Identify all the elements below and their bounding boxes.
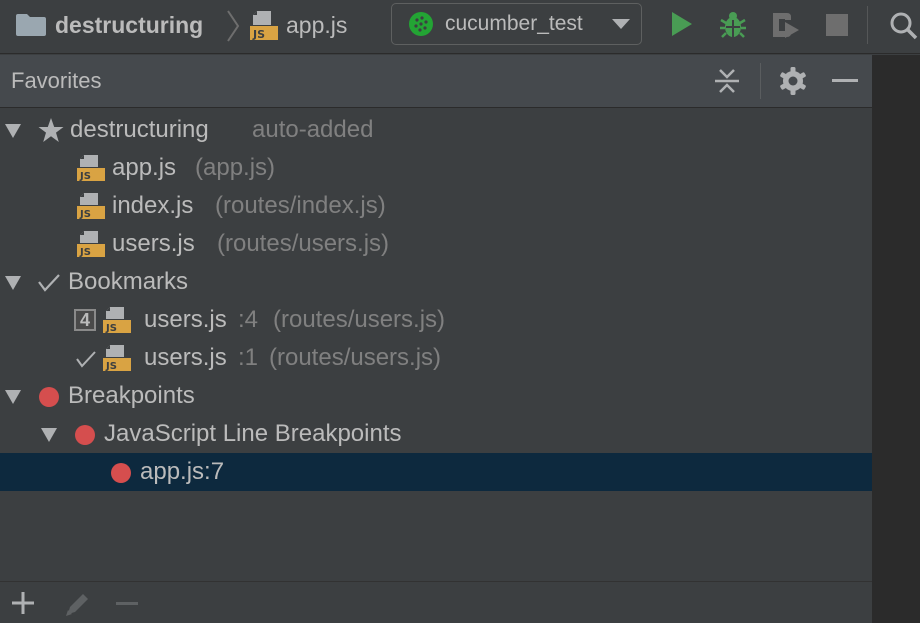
file-name: users.js [144,344,227,371]
run-configuration-selector[interactable]: cucumber_test [391,3,642,45]
list-item[interactable]: JS index.js (routes/index.js) [0,187,872,225]
svg-text:JS: JS [79,247,91,257]
breadcrumb-project[interactable]: destructuring [55,0,203,50]
breakpoint-group-label: JavaScript Line Breakpoints [104,420,402,447]
run-with-coverage-icon[interactable] [771,10,801,40]
breadcrumb-file[interactable]: app.js [286,0,347,50]
pencil-icon[interactable] [64,592,90,618]
js-file-icon: JS [77,155,105,181]
list-item[interactable]: app.js:7 [0,453,872,491]
bookmarks-label: Bookmarks [68,268,189,295]
file-path: (routes/users.js) [273,306,446,333]
stop-icon[interactable] [826,14,848,36]
svg-text:JS: JS [79,209,91,219]
file-path: (routes/index.js) [215,192,386,219]
favorites-list-name: destructuring [70,116,209,143]
expand-arrow-icon[interactable] [5,276,21,290]
tree-node-breakpoints[interactable]: Breakpoints [0,377,872,415]
js-file-icon: JS [250,11,278,41]
file-name: index.js [112,192,194,219]
cucumber-icon [409,12,433,36]
tree-node-bookmarks[interactable]: Bookmarks [0,263,872,301]
tree-node-favorites[interactable]: destructuring auto-added [0,111,872,149]
editor-area [872,55,920,623]
expand-arrow-icon[interactable] [5,124,21,138]
breadcrumb-separator-icon [227,10,240,42]
svg-text:JS: JS [105,323,117,333]
breakpoints-label: Breakpoints [68,382,195,409]
favorites-list-suffix: auto-added [252,116,374,143]
toolbar-separator [867,6,868,44]
breakpoint-icon [111,463,131,483]
list-item[interactable]: JS users.js (routes/users.js) [0,225,872,263]
gear-icon[interactable] [779,67,807,95]
search-icon[interactable] [888,10,918,40]
header-separator [760,63,761,99]
svg-text:JS: JS [105,361,117,371]
file-path: (app.js) [195,154,276,181]
bookmark-mnemonic: 4 [74,309,96,331]
js-file-icon: JS [77,231,105,257]
svg-text:JS: JS [252,28,265,41]
navigation-bar: destructuring JS app.js cucumber_test [0,0,920,54]
js-file-icon: JS [103,307,131,333]
debug-icon[interactable] [719,10,747,40]
favorites-tree[interactable]: destructuring auto-added JS app.js (app.… [0,109,872,580]
js-file-icon: JS [103,345,131,371]
file-name: users.js [144,306,227,333]
chevron-down-icon [612,19,630,29]
breakpoint-icon [39,387,59,407]
file-name: users.js [112,230,195,257]
minimize-icon[interactable] [832,79,858,83]
js-file-icon: JS [77,193,105,219]
file-path: (routes/users.js) [217,230,390,257]
panel-title: Favorites [11,68,102,93]
folder-icon [16,14,46,36]
file-path: (routes/users.js) [269,344,442,371]
plus-icon[interactable] [12,592,34,614]
expand-arrow-icon[interactable] [5,390,21,404]
collapse-all-icon[interactable] [715,68,739,94]
list-item[interactable]: JS app.js (app.js) [0,149,872,187]
star-icon [38,118,64,142]
breakpoint-name: app.js:7 [140,458,225,485]
checkmark-icon [38,274,60,292]
run-configuration-label: cucumber_test [445,12,583,35]
breakpoint-icon [75,425,95,445]
minus-icon[interactable] [116,602,138,606]
bottom-toolbar [0,581,872,623]
tree-node-js-line-breakpoints[interactable]: JavaScript Line Breakpoints [0,415,872,453]
svg-text:JS: JS [79,171,91,181]
list-item[interactable]: JS users.js :1 (routes/users.js) [0,339,872,377]
list-item[interactable]: 4 JS users.js :4 (routes/users.js) [0,301,872,339]
checkmark-icon [76,351,96,368]
bookmark-line: :1 [238,344,259,371]
favorites-panel-header: Favorites [0,55,872,108]
bookmark-line: :4 [238,306,259,333]
expand-arrow-icon[interactable] [41,428,57,442]
run-icon[interactable] [670,10,694,38]
file-name: app.js [112,154,177,181]
